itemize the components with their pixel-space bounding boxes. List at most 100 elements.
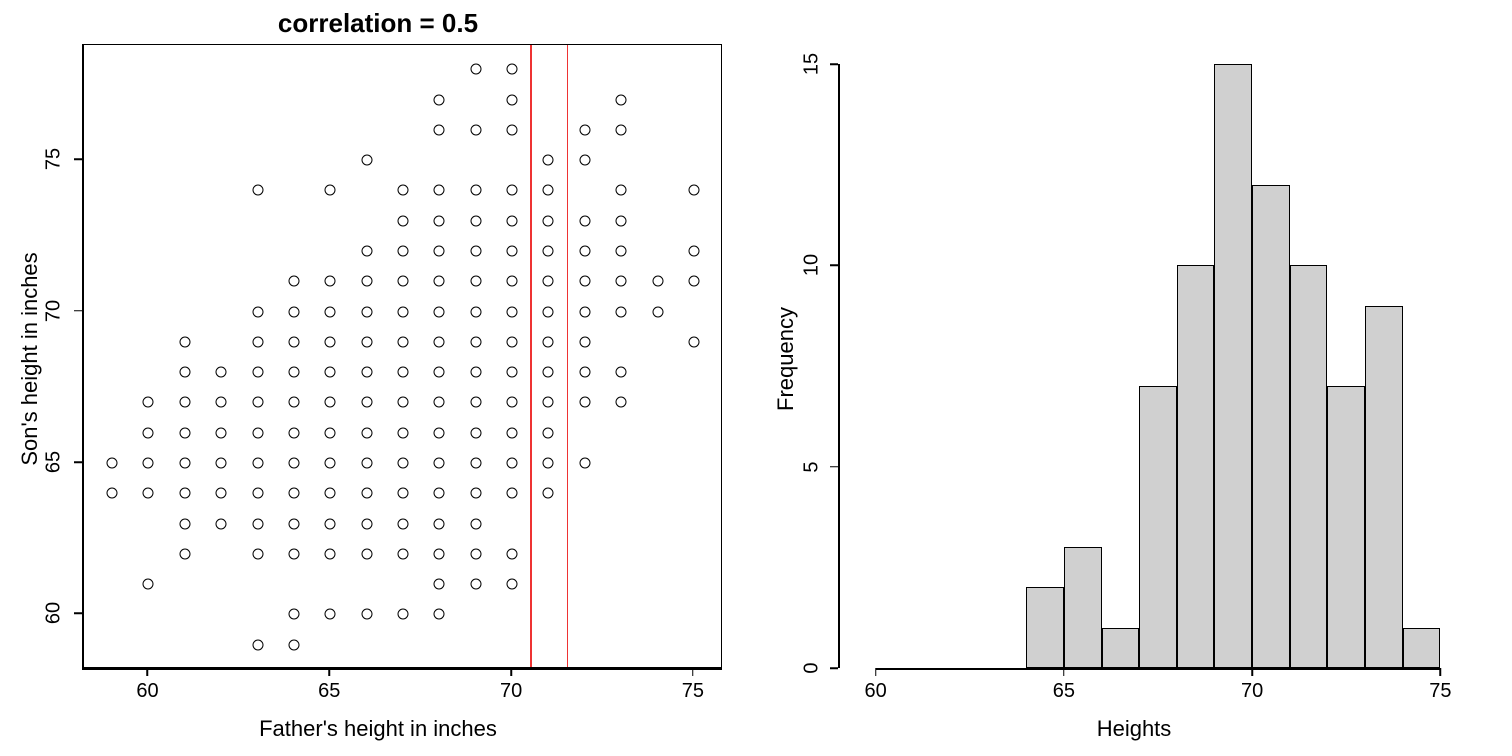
scatter-point [179, 427, 190, 438]
scatter-point [361, 155, 372, 166]
scatter-point [398, 215, 409, 226]
scatter-point [434, 306, 445, 317]
hist-bar [1365, 306, 1403, 668]
y-tick-label: 60 [43, 602, 66, 624]
x-tick-mark [1063, 668, 1065, 676]
x-tick-label: 70 [500, 680, 522, 703]
scatter-point [398, 367, 409, 378]
hist-bar [1177, 265, 1215, 668]
scatter-point [179, 488, 190, 499]
x-tick-mark [1440, 668, 1442, 676]
scatter-point [398, 336, 409, 347]
scatter-title: correlation = 0.5 [0, 8, 756, 39]
x-tick-mark [510, 668, 512, 676]
scatter-point [434, 215, 445, 226]
scatter-point [688, 185, 699, 196]
scatter-point [361, 367, 372, 378]
scatter-point [507, 458, 518, 469]
y-tick-label: 15 [801, 53, 824, 75]
scatter-point [325, 336, 336, 347]
scatter-point [579, 306, 590, 317]
hist-bar [1290, 265, 1328, 668]
scatter-point [252, 458, 263, 469]
scatter-point [179, 458, 190, 469]
scatter-point [470, 276, 481, 287]
scatter-point [507, 579, 518, 590]
scatter-point [579, 124, 590, 135]
scatter-point [361, 427, 372, 438]
scatter-point [179, 548, 190, 559]
scatter-point [252, 488, 263, 499]
scatter-point [216, 488, 227, 499]
scatter-point [288, 488, 299, 499]
scatter-point [434, 458, 445, 469]
scatter-point [507, 548, 518, 559]
scatter-point [361, 518, 372, 529]
scatter-point [252, 336, 263, 347]
hist-bar [1403, 628, 1441, 668]
x-tick-mark [147, 668, 149, 676]
scatter-point [688, 336, 699, 347]
scatter-point [398, 185, 409, 196]
scatter-point [470, 427, 481, 438]
scatter-point [543, 276, 554, 287]
scatter-point [616, 94, 627, 105]
scatter-point [688, 245, 699, 256]
scatter-point [543, 215, 554, 226]
scatter-point [143, 488, 154, 499]
scatter-point [434, 579, 445, 590]
scatter-point [434, 245, 445, 256]
hist-xlabel: Heights [756, 716, 1512, 742]
scatter-point [179, 367, 190, 378]
scatter-point [398, 458, 409, 469]
scatter-point [143, 579, 154, 590]
scatter-point [434, 185, 445, 196]
scatter-point [652, 276, 663, 287]
scatter-point [288, 609, 299, 620]
scatter-point [507, 336, 518, 347]
hist-x-axis-line [876, 668, 1441, 670]
hist-plot-area [838, 44, 1478, 668]
hist-y-axis-line [838, 64, 840, 668]
x-tick-mark [692, 668, 694, 676]
scatter-point [543, 488, 554, 499]
scatter-point [325, 427, 336, 438]
scatter-point [470, 185, 481, 196]
hist-bar [1026, 587, 1064, 668]
scatter-point [616, 306, 627, 317]
scatter-point [325, 306, 336, 317]
y-tick-mark [830, 265, 838, 267]
scatter-point [434, 367, 445, 378]
y-tick-mark [74, 310, 82, 312]
scatter-point [107, 458, 118, 469]
scatter-point [616, 215, 627, 226]
scatter-point [361, 276, 372, 287]
scatter-point [325, 518, 336, 529]
scatter-point [252, 397, 263, 408]
scatter-point [543, 336, 554, 347]
scatter-point [543, 367, 554, 378]
scatter-point [507, 367, 518, 378]
scatter-point [252, 518, 263, 529]
scatter-point [325, 185, 336, 196]
scatter-point [543, 185, 554, 196]
scatter-point [616, 367, 627, 378]
x-tick-label: 65 [1053, 680, 1075, 703]
hist-bar [1214, 64, 1252, 668]
scatter-point [470, 245, 481, 256]
scatter-point [579, 215, 590, 226]
hist-panel: 60657075 051015 Heights Frequency [756, 0, 1512, 756]
scatter-point [325, 458, 336, 469]
scatter-point [325, 609, 336, 620]
scatter-point [216, 397, 227, 408]
scatter-point [543, 458, 554, 469]
scatter-point [616, 245, 627, 256]
scatter-point [579, 245, 590, 256]
scatter-point [361, 306, 372, 317]
y-tick-label: 5 [801, 461, 824, 472]
scatter-point [470, 215, 481, 226]
scatter-point [361, 458, 372, 469]
scatter-point [179, 336, 190, 347]
scatter-point [543, 155, 554, 166]
scatter-point [143, 458, 154, 469]
